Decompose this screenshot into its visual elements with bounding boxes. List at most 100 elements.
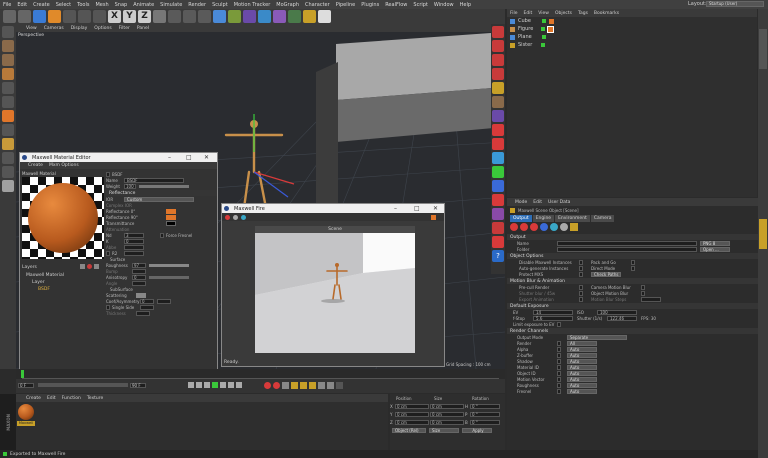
material-editor-titlebar[interactable]: Maxwell Material Editor – □ ✕ [20,153,217,162]
bsdf-checkbox[interactable] [106,171,110,177]
menu-motion-tracker[interactable]: Motion Tracker [234,2,271,8]
menu-character[interactable]: Character [305,2,330,8]
anisotropy-slider[interactable] [149,275,189,279]
matmgr-create[interactable]: Create [26,396,41,401]
menu-script[interactable]: Script [413,2,428,8]
export-animation-checkbox[interactable] [579,296,583,302]
minimize-icon[interactable]: – [394,205,397,212]
roughness-input[interactable]: 97 [132,262,146,268]
position-key-icon[interactable] [291,381,298,389]
size-z-input[interactable]: 0 cm [430,419,464,425]
interpolation-icon[interactable] [336,381,343,389]
environment-icon[interactable] [540,223,548,231]
texture-mode-icon[interactable] [2,54,14,66]
scale-icon[interactable] [63,10,76,23]
output-format-select[interactable]: PNG 8 [700,240,730,246]
objmgr-bookmarks[interactable]: Bookmarks [594,11,619,16]
object-row-sister[interactable]: Sister [507,41,757,49]
autokey-icon[interactable] [273,381,280,389]
maxwell-material-red-icon[interactable] [492,124,504,136]
maxwell-fire-titlebar[interactable]: Maxwell Fire – □ ✕ [222,204,444,213]
fire-render-icon[interactable] [225,214,230,220]
anisotropy-input[interactable]: 0 [132,274,146,280]
channel-select[interactable]: Auto [567,364,597,370]
disable-instances-checkbox[interactable] [579,259,583,265]
channel-select[interactable]: Auto [567,352,597,358]
goto-start-icon[interactable] [188,382,194,388]
maximize-icon[interactable]: □ [186,154,192,161]
camera-mblur-checkbox[interactable] [641,284,645,290]
maxwell-hair-icon[interactable] [492,208,504,220]
tree-bsdf[interactable]: BSDF [26,286,64,293]
output-folder-input[interactable] [557,246,697,252]
rotation-key-icon[interactable] [309,381,316,389]
tab-output[interactable]: Output [510,215,532,222]
k-input[interactable]: 0 [124,238,144,244]
channel-select[interactable]: All [567,340,597,346]
axis-mode-icon[interactable] [2,124,14,136]
force-fresnel-checkbox[interactable] [160,232,164,238]
auto-instances-checkbox[interactable] [579,265,583,271]
material-name-label[interactable]: Maxwell [17,421,35,426]
rotation-h-input[interactable]: 0 ° [470,403,500,409]
lock-workplane-icon[interactable] [2,166,14,178]
fstop-input[interactable]: 5.6 [533,315,573,321]
play-icon[interactable] [212,382,218,388]
channel-checkbox[interactable] [557,340,561,346]
next-key-icon[interactable] [228,382,234,388]
viewport-menu-panel[interactable]: Panel [137,26,149,31]
maxwell-particles-icon[interactable] [492,194,504,206]
object-row-figure[interactable]: Figure [507,25,757,33]
z-axis-lock[interactable]: Z [138,10,151,23]
timeline-end-input[interactable]: 90 F [130,382,146,388]
pen-spline-icon[interactable] [228,10,241,23]
undo-icon[interactable] [3,10,16,23]
x-axis-lock[interactable]: X [108,10,121,23]
menu-mograph[interactable]: MoGraph [276,2,299,8]
workplane-icon[interactable] [2,68,14,80]
objmgr-objects[interactable]: Objects [555,11,572,16]
layer-up-icon[interactable] [94,264,99,269]
output-name-input[interactable] [557,240,697,246]
points-mode-icon[interactable] [2,82,14,94]
menu-tools[interactable]: Tools [77,2,89,8]
fire-pause-icon[interactable] [233,214,238,220]
size-y-input[interactable]: 0 cm [430,411,464,417]
viewport-menu-view[interactable]: View [26,26,37,31]
channel-checkbox[interactable] [557,358,561,364]
menu-realflow[interactable]: RealFlow [385,2,407,8]
array-icon[interactable] [258,10,271,23]
menu-plugins[interactable]: Plugins [361,2,379,8]
mat-menu-mxm-options[interactable]: Mxm Options [49,163,79,168]
maxwell-cloner-icon[interactable] [492,222,504,234]
visibility-icon[interactable] [541,19,546,23]
coef-input[interactable]: 0 [140,298,154,304]
close-icon[interactable]: ✕ [433,205,438,212]
make-editable-icon[interactable] [2,26,14,38]
reflectance90-swatch[interactable] [166,214,176,220]
sky-icon[interactable] [550,223,558,231]
iso-input[interactable]: 100 [597,309,637,315]
menu-render[interactable]: Render [188,2,206,8]
minimize-icon[interactable]: – [168,154,171,161]
scene-floor-icon[interactable] [288,10,301,23]
position-z-input[interactable]: 0 cm [395,419,429,425]
menu-help[interactable]: Help [460,2,471,8]
deformer-icon[interactable] [273,10,286,23]
coordinate-mode-select[interactable]: Object (Rel) [392,428,426,433]
channel-checkbox[interactable] [557,346,561,352]
playhead[interactable] [21,370,24,378]
tab-environment[interactable]: Environment [555,215,590,222]
channel-checkbox[interactable] [557,364,561,370]
single-side-checkbox[interactable] [106,304,110,310]
weight-slider[interactable] [139,184,189,188]
scattering-swatch[interactable] [136,292,146,298]
visibility-icon[interactable] [541,27,546,31]
channel-select[interactable]: Auto [567,346,597,352]
viewport-menu-display[interactable]: Display [71,26,88,31]
cube-icon[interactable] [213,10,226,23]
fire-icon[interactable] [520,223,528,231]
recent-tool-icon[interactable] [93,10,106,23]
pack-go-checkbox[interactable] [631,259,635,265]
scale-key-icon[interactable] [300,381,307,389]
